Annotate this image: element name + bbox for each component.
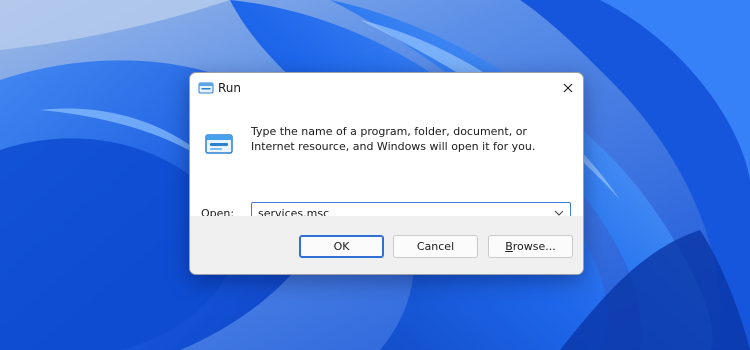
run-icon: [205, 134, 233, 154]
title-bar[interactable]: Run: [190, 73, 583, 103]
run-dialog: Run Type the name of a program, folder, …: [189, 72, 584, 275]
run-icon: [198, 82, 214, 94]
close-button[interactable]: [553, 73, 583, 103]
cancel-button[interactable]: Cancel: [393, 235, 478, 258]
browse-label: rowse...: [512, 240, 556, 253]
window-title: Run: [218, 81, 242, 95]
browse-button[interactable]: Browse...: [488, 235, 573, 258]
browse-accelerator: B: [505, 240, 513, 253]
close-icon: [563, 83, 573, 93]
ok-button[interactable]: OK: [299, 235, 384, 258]
dialog-description: Type the name of a program, folder, docu…: [251, 125, 536, 153]
button-bar: OK Cancel Browse...: [190, 216, 583, 274]
dialog-body: Type the name of a program, folder, docu…: [190, 103, 583, 224]
